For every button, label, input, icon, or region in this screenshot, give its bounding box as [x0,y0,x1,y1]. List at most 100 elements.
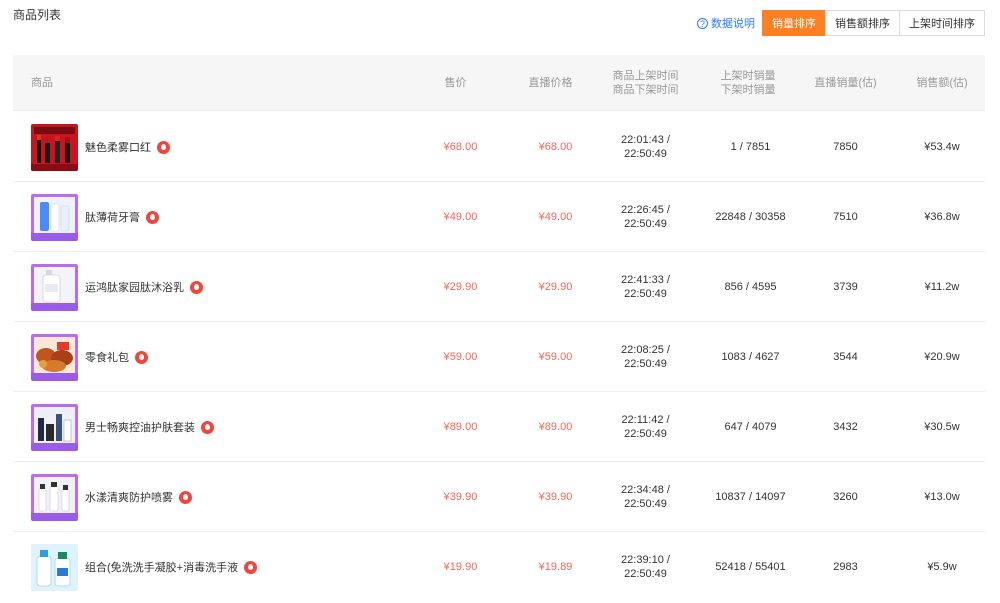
sort-by-revenue-button[interactable]: 销售额排序 [825,10,900,36]
product-thumbnail[interactable] [31,263,78,311]
product-name[interactable]: 组合(免洗洗手凝胶+消毒洗手液 [85,559,238,575]
table-row[interactable]: 运鸿肽家园肽沐浴乳 ¥29.90 ¥29.90 22:41:33 / 22:50… [13,252,985,322]
live-sales-cell: 3432 [833,421,858,433]
column-header-listing-time: 商品上架时间 商品下架时间 [598,55,693,111]
table-row[interactable]: 零食礼包 ¥59.00 ¥59.00 22:08:25 / 22:50:49 1… [13,322,985,392]
table-row[interactable]: 魅色柔雾口红 ¥68.00 ¥68.00 22:01:43 / 22:50:49… [13,112,985,182]
time-off: 22:50:49 [624,148,667,160]
data-help-label: 数据说明 [711,18,755,30]
product-thumbnail[interactable] [31,193,78,241]
column-header-revenue: 销售额(估) [916,77,968,89]
product-cell: 男士畅爽控油护肤套装 [31,392,214,462]
question-circle-icon: ? [697,17,708,29]
flame-icon [244,560,258,574]
table-row[interactable]: 组合(免洗洗手凝胶+消毒洗手液 ¥19.90 ¥19.89 22:39:10 /… [13,532,985,602]
sales-cell: 856 / 4595 [724,281,777,293]
product-cell: 水漾清爽防护喷雾 [31,462,192,532]
time-off: 22:50:49 [624,358,667,370]
product-thumbnail[interactable] [31,473,78,521]
live-price-cell: ¥49.00 [538,211,573,223]
listing-time-cell: 22:34:48 / 22:50:49 [598,462,693,532]
sales-cell: 647 / 4079 [724,421,777,433]
flame-icon [201,420,214,434]
page-title: 商品列表 [13,8,62,22]
table-row[interactable]: 水漾清爽防护喷雾 ¥39.90 ¥39.90 22:34:48 / 22:50:… [13,462,985,532]
live-price-cell: ¥19.89 [538,561,573,573]
sales-cell: 22848 / 30358 [715,211,786,223]
live-price-cell: ¥29.90 [538,281,573,293]
revenue-cell: ¥36.8w [924,211,960,223]
sales-cell: 10837 / 14097 [715,491,786,503]
time-on: 22:34:48 / [621,484,670,496]
revenue-cell: ¥5.9w [927,561,957,573]
price-cell: ¥19.90 [443,561,478,573]
live-price-cell: ¥59.00 [538,351,573,363]
sort-by-sales-button[interactable]: 销量排序 [762,10,826,36]
time-on: 22:26:45 / [621,204,670,216]
live-price-cell: ¥39.90 [538,491,573,503]
product-cell: 运鸿肽家园肽沐浴乳 [31,252,203,322]
time-off: 22:50:49 [624,218,667,230]
product-thumbnail[interactable] [31,123,78,171]
sort-toolbar: ? 数据说明 销量排序 销售额排序 上架时间排序 [697,10,985,36]
revenue-cell: ¥11.2w [924,281,960,293]
data-help-link[interactable]: ? 数据说明 [697,15,755,31]
column-header-live-price: 直播价格 [528,77,573,89]
live-price-cell: ¥68.00 [538,141,573,153]
column-header-time-on: 商品上架时间 [612,70,679,82]
table-row[interactable]: 男士畅爽控油护肤套装 ¥89.00 ¥89.00 22:11:42 / 22:5… [13,392,985,462]
flame-icon [135,350,148,364]
column-header-sales-on: 上架时销量 [720,70,776,82]
column-header-live-sales: 直播销量(估) [814,77,877,89]
sort-by-listing-time-button[interactable]: 上架时间排序 [899,10,985,36]
product-table-body: 魅色柔雾口红 ¥68.00 ¥68.00 22:01:43 / 22:50:49… [13,112,985,602]
listing-time-cell: 22:08:25 / 22:50:49 [598,322,693,392]
product-cell: 肽薄荷牙膏 [31,182,159,252]
live-price-cell: ¥89.00 [538,421,573,433]
product-name[interactable]: 运鸿肽家园肽沐浴乳 [85,279,184,295]
table-row[interactable]: 肽薄荷牙膏 ¥49.00 ¥49.00 22:26:45 / 22:50:49 … [13,182,985,252]
time-off: 22:50:49 [624,428,667,440]
product-name[interactable]: 水漾清爽防护喷雾 [85,489,173,505]
time-on: 22:11:42 / [621,414,670,426]
live-sales-cell: 2983 [833,561,858,573]
revenue-cell: ¥13.0w [924,491,960,503]
live-sales-cell: 3544 [833,351,858,363]
live-sales-cell: 7510 [833,211,858,223]
time-off: 22:50:49 [624,498,667,510]
time-on: 22:39:10 / [621,554,670,566]
product-thumbnail[interactable] [31,403,78,451]
product-cell: 零食礼包 [31,322,148,392]
listing-time-cell: 22:11:42 / 22:50:49 [598,392,693,462]
product-thumbnail[interactable] [31,543,78,591]
revenue-cell: ¥53.4w [924,141,960,153]
price-cell: ¥29.90 [443,281,478,293]
time-off: 22:50:49 [624,288,667,300]
price-cell: ¥49.00 [443,211,478,223]
column-header-sales-off: 下架时销量 [720,84,776,96]
flame-icon [190,280,203,294]
product-name[interactable]: 男士畅爽控油护肤套装 [85,419,195,435]
live-sales-cell: 7850 [833,141,858,153]
product-thumbnail[interactable] [31,333,78,381]
price-cell: ¥89.00 [443,421,478,433]
price-cell: ¥68.00 [443,141,478,153]
time-on: 22:08:25 / [621,344,670,356]
product-name[interactable]: 肽薄荷牙膏 [85,209,140,225]
price-cell: ¥59.00 [443,351,478,363]
time-off: 22:50:49 [624,568,667,580]
product-name[interactable]: 零食礼包 [85,349,129,365]
live-sales-cell: 3260 [833,491,858,503]
sales-cell: 1 / 7851 [730,141,771,153]
revenue-cell: ¥30.5w [924,421,960,433]
product-name[interactable]: 魅色柔雾口红 [85,139,151,155]
listing-time-cell: 22:01:43 / 22:50:49 [598,112,693,182]
revenue-cell: ¥20.9w [924,351,960,363]
sales-cell: 52418 / 55401 [715,561,786,573]
column-header-price: 售价 [444,77,467,89]
listing-time-cell: 22:26:45 / 22:50:49 [598,182,693,252]
listing-time-cell: 22:39:10 / 22:50:49 [598,532,693,602]
product-list-page: 商品列表 ? 数据说明 销量排序 销售额排序 上架时间排序 商品 售价 直播价格… [0,0,1000,603]
flame-icon [179,490,192,504]
time-on: 22:01:43 / [621,134,670,146]
